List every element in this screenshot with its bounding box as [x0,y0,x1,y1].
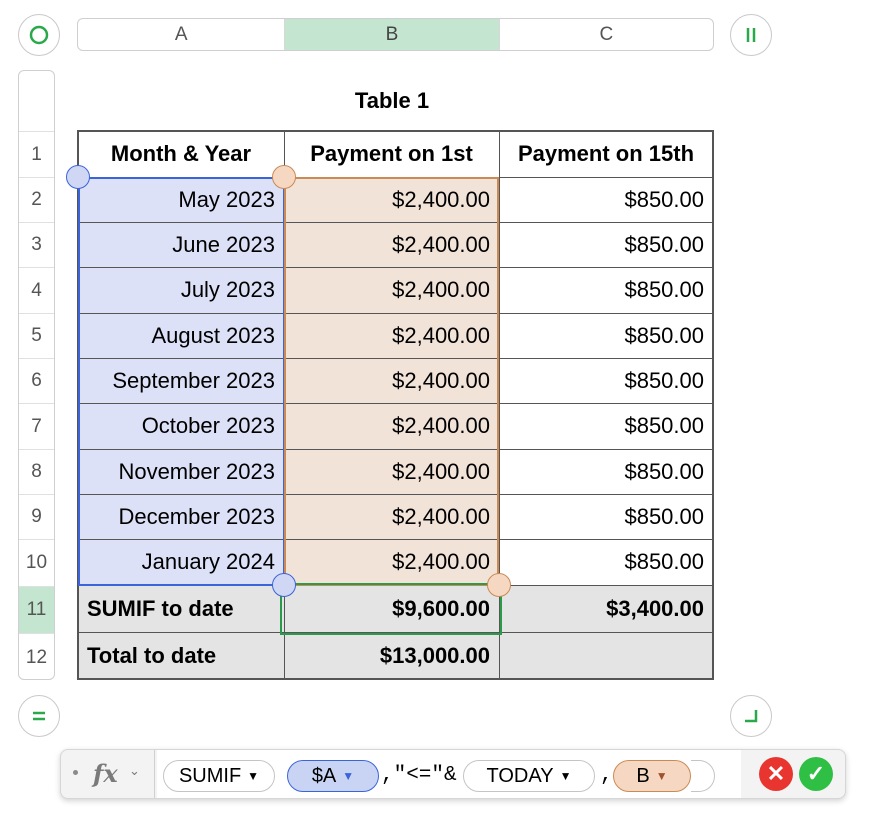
argument-token-b[interactable]: B ▼ [613,760,691,792]
formula-editor[interactable]: SUMIF ▼ $A ▼ ,"<="& TODAY ▼ , B ▼ [157,750,741,798]
grid-line [77,678,714,680]
grid-line [77,130,714,132]
spreadsheet-table: Month & Year Payment on 1st Payment on 1… [0,0,874,700]
argument-token-a-label: $A [311,764,337,787]
function-token-sumif[interactable]: SUMIF ▼ [163,760,275,792]
cell-c6[interactable]: $850.00 [499,358,713,403]
cancel-button[interactable]: ✕ [759,757,793,791]
corner-icon [745,710,758,723]
token-end-cap [691,760,715,792]
cell-c9[interactable]: $850.00 [499,494,713,539]
cell-c3[interactable]: $850.00 [499,222,713,267]
cell-c2[interactable]: $850.00 [499,177,713,222]
accept-button[interactable]: ✓ [799,757,833,791]
header-payment-1st[interactable]: Payment on 1st [284,131,499,177]
function-token-label: SUMIF [178,764,242,787]
cell-a12[interactable]: Total to date [78,632,284,679]
range-b-start-handle[interactable] [272,165,296,189]
equals-icon [33,711,45,721]
cell-c7[interactable]: $850.00 [499,403,713,449]
range-a-outline [78,177,285,586]
range-a-start-handle[interactable] [66,165,90,189]
header-month-year[interactable]: Month & Year [78,131,284,177]
bullet-icon [73,770,78,775]
fx-icon: fx [93,759,118,788]
argument-token-a[interactable]: $A ▼ [287,760,379,792]
cell-c5[interactable]: $850.00 [499,313,713,358]
cell-c8[interactable]: $850.00 [499,449,713,494]
formula-menu[interactable]: fx ⌄ [61,750,155,798]
caret-down-icon: ▼ [342,769,355,783]
header-payment-15th[interactable]: Payment on 15th [499,131,713,177]
range-b-outline [284,177,499,586]
caret-down-icon: ▼ [247,769,260,783]
formula-comma: , [600,764,613,787]
cell-c12[interactable] [499,632,713,679]
cell-c4[interactable]: $850.00 [499,267,713,313]
formula-literal: ,"<="& [381,764,457,787]
cell-c10[interactable]: $850.00 [499,539,713,585]
resize-table-button[interactable] [730,695,772,737]
row-menu-button[interactable] [18,695,60,737]
x-icon: ✕ [766,761,786,786]
cell-c11[interactable]: $3,400.00 [499,585,713,632]
range-a-end-handle[interactable] [272,573,296,597]
function-token-today-label: TODAY [486,764,554,787]
cell-a11[interactable]: SUMIF to date [78,585,284,632]
checkmark-icon: ✓ [806,761,826,786]
active-cell-outline [280,583,502,635]
caret-down-icon: ▼ [559,769,572,783]
function-token-today[interactable]: TODAY ▼ [463,760,595,792]
range-b-end-handle[interactable] [487,573,511,597]
grid-line [712,130,714,680]
chevron-down-icon: ⌄ [129,763,140,778]
caret-down-icon: ▼ [655,769,668,783]
cell-b12[interactable]: $13,000.00 [284,632,499,679]
formula-bar: fx ⌄ SUMIF ▼ $A ▼ ,"<="& TODAY ▼ , B ▼ ✕… [60,749,846,799]
argument-token-b-label: B [636,764,650,787]
